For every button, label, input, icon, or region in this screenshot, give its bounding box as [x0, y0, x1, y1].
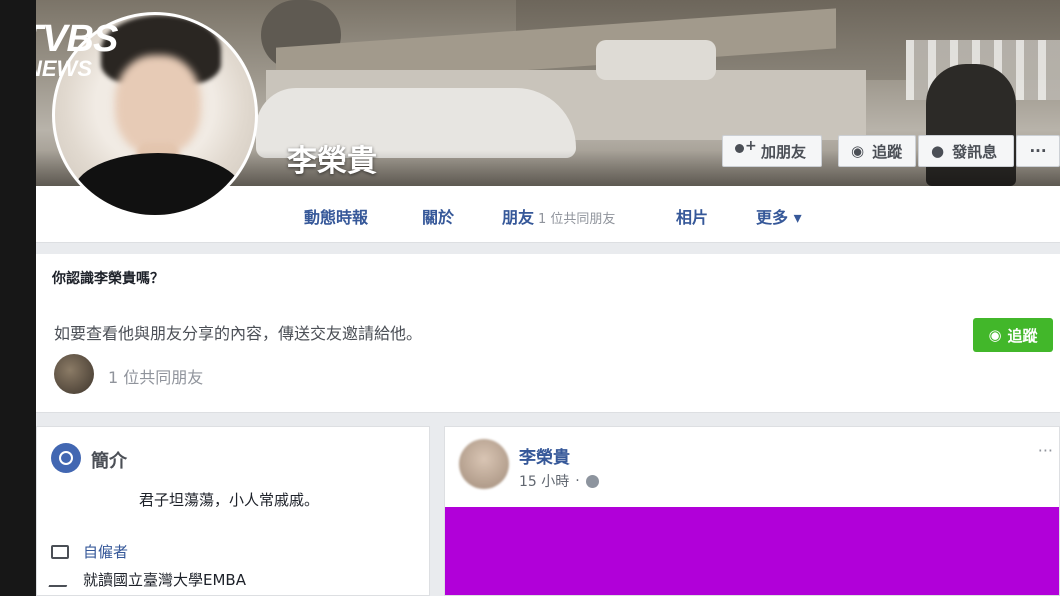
facebook-profile-page: TVBS NEWS 李榮貴 加朋友 ◉ 追蹤 ● 發訊息 ··· 動態時報 關於…	[36, 0, 1060, 596]
know-description: 如要查看他與朋友分享的內容，傳送交友邀請給他。	[54, 324, 423, 343]
intro-bio: 君子坦蕩蕩，小人常戚戚。	[139, 491, 320, 509]
mutual-friends-link[interactable]: 1 位共同朋友	[108, 364, 203, 388]
do-you-know-card: 你認識李榮貴嗎？ 如要查看他與朋友分享的內容，傳送交友邀請給他。 1 位共同朋友	[36, 254, 1060, 413]
follow-button[interactable]: ◉ 追蹤	[838, 135, 916, 167]
tab-about[interactable]: 關於	[422, 204, 454, 228]
post-options-button[interactable]: ···	[1038, 441, 1053, 460]
know-title: 你認識李榮貴嗎？	[52, 271, 164, 287]
tvbs-news-logo: TVBS NEWS	[36, 18, 118, 81]
intro-card: 簡介 君子坦蕩蕩，小人常戚戚。 自僱者 就讀國立臺灣大學EMBA	[36, 426, 430, 596]
briefcase-icon	[51, 544, 69, 559]
tab-more[interactable]: 更多 ▾	[756, 204, 802, 228]
left-black-strip	[0, 0, 36, 596]
education-row[interactable]: 就讀國立臺灣大學EMBA	[48, 569, 246, 590]
rss-icon: ◉	[988, 326, 1002, 344]
person-add-icon	[735, 138, 757, 158]
messenger-icon: ●	[931, 142, 945, 160]
tab-friends[interactable]: 朋友 1 位共同朋友	[502, 204, 615, 228]
rss-icon: ◉	[851, 142, 865, 160]
post-author-name[interactable]: 李榮貴	[519, 443, 570, 468]
more-options-button[interactable]: ···	[1016, 135, 1060, 167]
tab-timeline[interactable]: 動態時報	[304, 204, 368, 228]
timeline-post: 李榮貴 15 小時 · ···	[444, 426, 1060, 596]
graduation-cap-icon	[48, 572, 72, 587]
work-row[interactable]: 自僱者	[51, 541, 128, 562]
follow-green-button[interactable]: ◉ 追蹤	[973, 318, 1053, 352]
message-button[interactable]: ● 發訊息	[918, 135, 1014, 167]
post-timestamp[interactable]: 15 小時 ·	[519, 471, 599, 491]
post-media[interactable]	[445, 507, 1059, 595]
mutual-friend-avatar[interactable]	[54, 354, 94, 394]
post-author-avatar[interactable]	[459, 439, 509, 489]
tab-photos[interactable]: 相片	[676, 204, 708, 228]
globe-icon	[585, 474, 599, 488]
globe-icon	[51, 443, 81, 473]
profile-name[interactable]: 李榮貴	[287, 136, 377, 180]
intro-title: 簡介	[91, 451, 127, 472]
mutual-friends-count: 1 位共同朋友	[538, 212, 616, 227]
add-friend-button[interactable]: 加朋友	[722, 135, 822, 167]
